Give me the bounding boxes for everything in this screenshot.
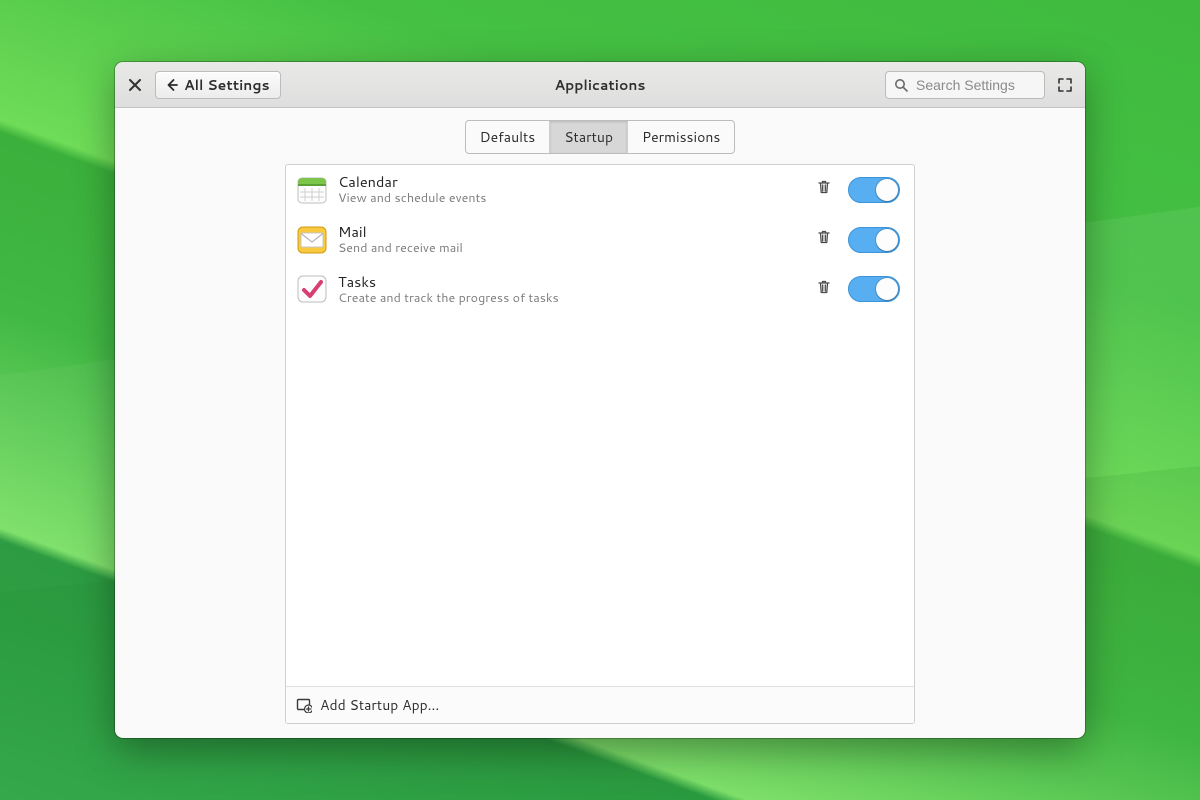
list-item: Calendar View and schedule events (286, 165, 914, 215)
list-item-desc: Send and receive mail (338, 241, 806, 257)
headerbar-right (857, 71, 1077, 99)
list-item: Tasks Create and track the progress of t… (286, 265, 914, 315)
search-icon (894, 78, 908, 92)
close-icon[interactable] (123, 73, 147, 97)
search-input[interactable] (914, 76, 1036, 94)
trash-icon[interactable] (816, 229, 832, 250)
search-input-wrapper[interactable] (885, 71, 1045, 99)
mail-icon (296, 224, 328, 256)
settings-window: All Settings Applications Defaults (115, 62, 1085, 738)
startup-list: Calendar View and schedule events (286, 165, 914, 686)
add-icon (296, 697, 312, 713)
maximize-icon[interactable] (1053, 73, 1077, 97)
tasks-icon (296, 273, 328, 305)
tab-segmented-control: Defaults Startup Permissions (465, 120, 736, 154)
page-title: Applications (351, 75, 849, 95)
list-item-text: Calendar View and schedule events (338, 173, 806, 207)
tabbar: Defaults Startup Permissions (115, 108, 1085, 160)
headerbar-left: All Settings (123, 71, 343, 99)
list-item-text: Tasks Create and track the progress of t… (338, 273, 806, 307)
list-item-desc: Create and track the progress of tasks (338, 291, 806, 307)
back-arrow-icon (166, 79, 178, 91)
tab-defaults[interactable]: Defaults (466, 121, 551, 153)
calendar-icon (296, 174, 328, 206)
add-startup-app-button[interactable]: Add Startup App… (286, 686, 914, 723)
list-item-title: Tasks (338, 273, 806, 291)
toggle-switch[interactable] (848, 276, 900, 302)
toggle-switch[interactable] (848, 177, 900, 203)
back-button[interactable]: All Settings (155, 71, 281, 99)
back-button-label: All Settings (184, 75, 270, 95)
tab-permissions[interactable]: Permissions (628, 121, 734, 153)
headerbar: All Settings Applications (115, 62, 1085, 108)
trash-icon[interactable] (816, 179, 832, 200)
trash-icon[interactable] (816, 279, 832, 300)
desktop-background: All Settings Applications Defaults (0, 0, 1200, 800)
list-item-desc: View and schedule events (338, 191, 806, 207)
startup-panel: Calendar View and schedule events (285, 164, 915, 724)
list-item: Mail Send and receive mail (286, 215, 914, 265)
list-item-text: Mail Send and receive mail (338, 223, 806, 257)
add-startup-app-label: Add Startup App… (320, 695, 439, 715)
tab-startup[interactable]: Startup (550, 121, 628, 153)
content: Calendar View and schedule events (115, 160, 1085, 738)
toggle-switch[interactable] (848, 227, 900, 253)
